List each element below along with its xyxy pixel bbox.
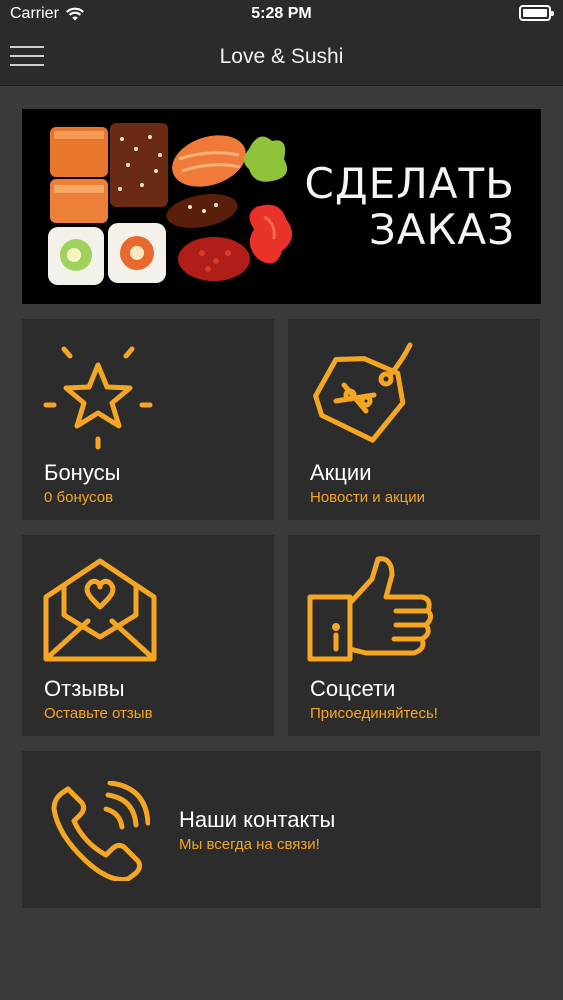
status-bar: Carrier 5:28 PM xyxy=(0,0,563,30)
nav-bar: Love & Sushi xyxy=(0,30,563,86)
discount-tag-icon xyxy=(313,342,413,443)
battery-icon xyxy=(519,5,554,21)
tile-title: Акции xyxy=(310,460,372,485)
tile-title: Соцсети xyxy=(310,676,396,701)
tile-social[interactable]: Соцсети Присоединяйтесь! xyxy=(288,535,540,736)
order-banner[interactable]: СДЕЛАТЬ ЗАКАЗ xyxy=(22,109,541,304)
sushi-image xyxy=(48,123,293,285)
banner-line-1: СДЕЛАТЬ xyxy=(304,159,515,208)
phone-icon xyxy=(51,781,150,881)
banner-line-2: ЗАКАЗ xyxy=(368,205,515,254)
tile-bonuses[interactable]: Бонусы 0 бонусов xyxy=(22,319,274,520)
tile-title: Отзывы xyxy=(44,676,125,701)
tile-title: Бонусы xyxy=(44,460,121,485)
star-icon xyxy=(43,346,153,450)
tile-promotions[interactable]: Акции Новости и акции xyxy=(288,319,540,520)
envelope-heart-icon xyxy=(43,558,157,662)
page-title: Love & Sushi xyxy=(219,45,344,68)
tile-contacts[interactable]: Наши контакты Мы всегда на связи! xyxy=(22,751,541,908)
tile-title: Наши контакты xyxy=(179,807,336,832)
tile-subtitle: Оставьте отзыв xyxy=(44,705,153,722)
tile-subtitle: Новости и акции xyxy=(310,489,426,506)
banner-text: СДЕЛАТЬ ЗАКАЗ xyxy=(305,161,515,253)
tile-subtitle: Присоединяйтесь! xyxy=(310,705,438,722)
status-time: 5:28 PM xyxy=(251,5,312,22)
tile-subtitle: Мы всегда на связи! xyxy=(179,836,320,853)
thumbs-up-icon xyxy=(307,556,434,662)
tile-subtitle: 0 бонусов xyxy=(44,489,114,506)
tile-reviews[interactable]: Отзывы Оставьте отзыв xyxy=(22,535,274,736)
status-right xyxy=(519,5,554,21)
